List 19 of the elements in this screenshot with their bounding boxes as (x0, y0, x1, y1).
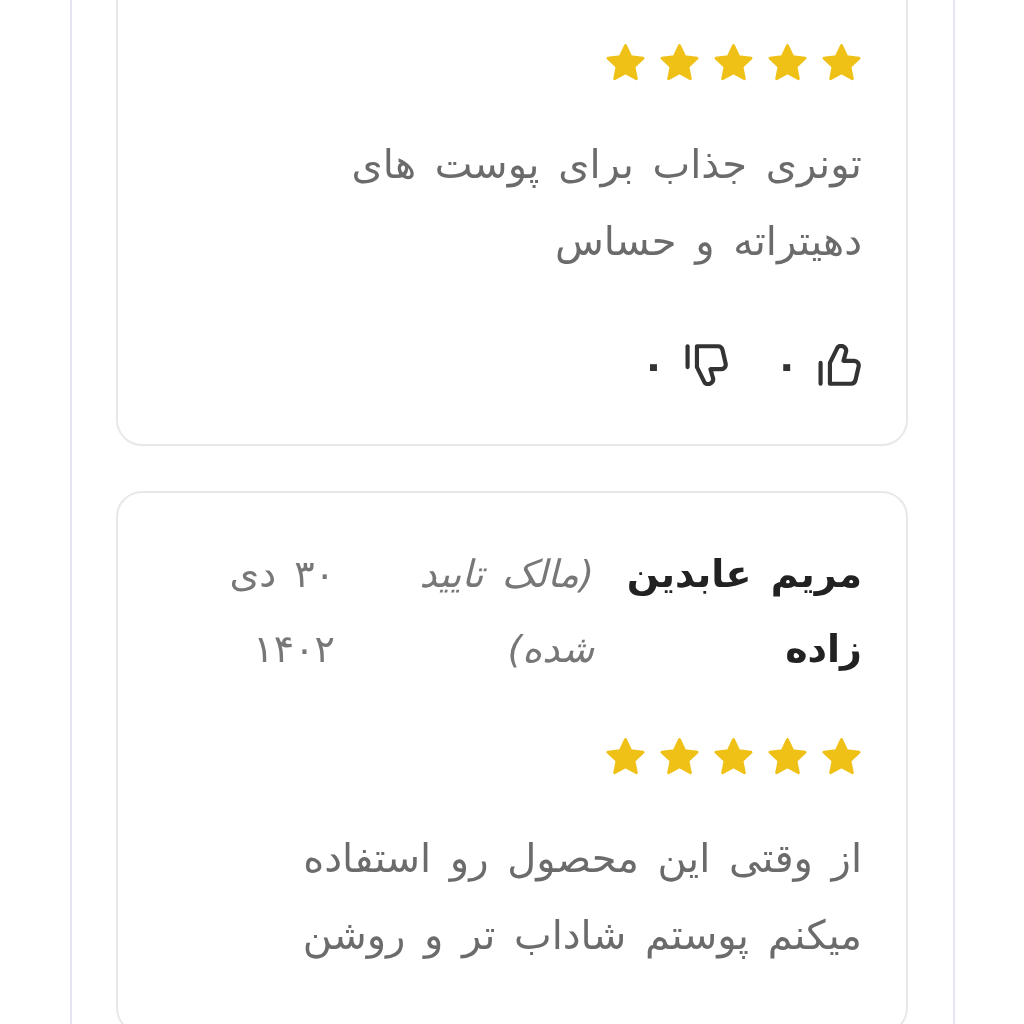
dislike-button[interactable]: ۰ (641, 344, 729, 386)
like-button[interactable]: ۰ (774, 344, 862, 386)
review-text: از وقتی این محصول رو استفاده میکنم پوستم شاداب تر و روشن (301, 834, 862, 961)
star-icon (605, 737, 646, 777)
star-icon (659, 43, 700, 83)
review-date: ۳۰ دی ۱۴۰۲ (228, 551, 335, 673)
star-icon (821, 43, 862, 83)
star-icon (821, 737, 862, 777)
star-icon (767, 43, 808, 83)
star-icon (767, 737, 808, 777)
star-icon (713, 737, 754, 777)
reviewer-name: مریم عابدین زاده (625, 551, 862, 673)
review-text: تونری جذاب برای پوست های دهیتراته و حساس (350, 140, 862, 267)
star-icon (605, 43, 646, 83)
thumbs-down-icon (683, 344, 729, 386)
star-icon (713, 43, 754, 83)
thumbs-up-icon (817, 344, 862, 386)
verified-owner-label: (مالک تایید شده) (418, 551, 594, 673)
star-icon (659, 737, 700, 777)
